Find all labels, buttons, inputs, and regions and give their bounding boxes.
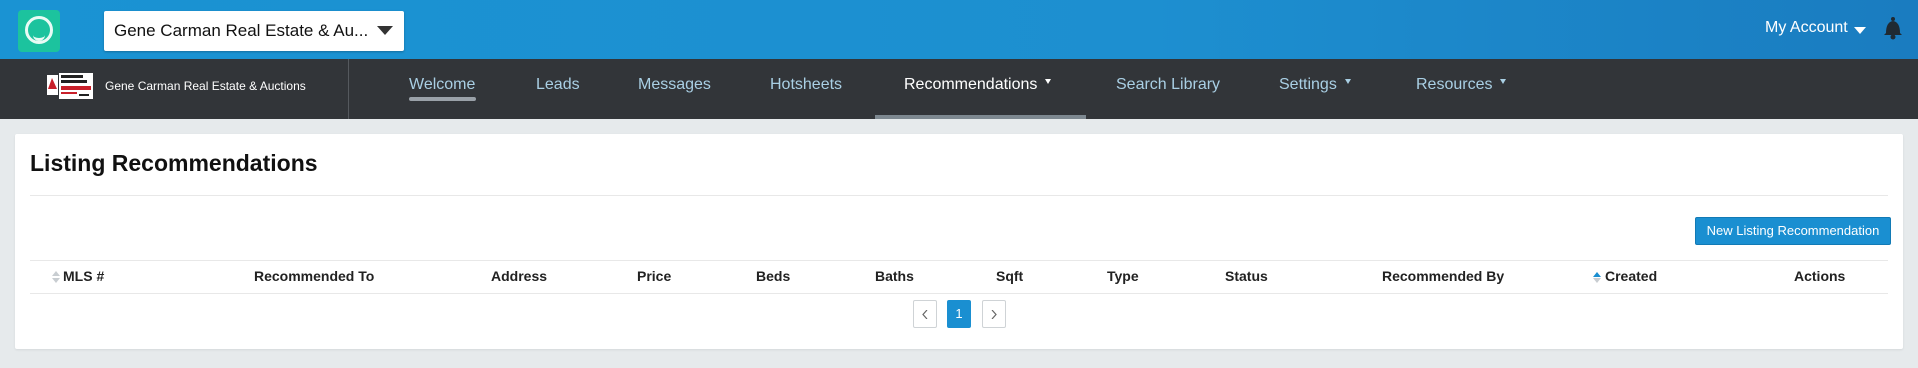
sort-icon[interactable] [52, 271, 60, 283]
column-header-status[interactable]: Status [1225, 268, 1268, 284]
column-header-created[interactable]: Created [1605, 268, 1657, 284]
brand[interactable]: Gene Carman Real Estate & Auctions [0, 59, 349, 119]
nav-item-resources[interactable]: Resources [1416, 76, 1507, 94]
account-select-value: Gene Carman Real Estate & Au... [114, 21, 369, 40]
nav-item-settings[interactable]: Settings [1279, 76, 1351, 94]
nav-item-recommendations[interactable]: Recommendations [904, 76, 1052, 94]
page-title: Listing Recommendations [30, 150, 318, 176]
nav-item-search-library[interactable]: Search Library [1116, 76, 1220, 94]
column-header-address[interactable]: Address [491, 268, 547, 284]
brand-name: Gene Carman Real Estate & Auctions [105, 79, 306, 93]
caret-down-icon [1045, 79, 1052, 85]
column-header-sqft[interactable]: Sqft [996, 268, 1023, 284]
nav-item-hotsheets[interactable]: Hotsheets [770, 76, 842, 94]
nav-item-resources-label: Resources [1416, 76, 1493, 93]
welcome-underline [409, 97, 476, 101]
my-account-menu[interactable]: My Account [1765, 19, 1848, 37]
column-header-actions: Actions [1794, 268, 1846, 284]
account-select[interactable]: Gene Carman Real Estate & Au... [104, 11, 404, 51]
new-listing-recommendation-button[interactable]: New Listing Recommendation [1695, 217, 1891, 245]
table-header-bottom-border [30, 293, 1888, 294]
bell-icon[interactable] [1882, 16, 1904, 40]
caret-down-icon [1344, 79, 1351, 85]
brand-logo-icon [43, 71, 95, 101]
sort-ascending-icon[interactable] [1593, 271, 1601, 283]
divider [30, 195, 1888, 196]
column-header-type[interactable]: Type [1107, 268, 1139, 284]
my-account-caret-icon[interactable] [1854, 27, 1866, 34]
pagination-page-1[interactable]: 1 [947, 300, 971, 328]
column-header-baths[interactable]: Baths [875, 268, 914, 284]
column-header-mls[interactable]: MLS # [63, 268, 104, 284]
nav-item-settings-label: Settings [1279, 76, 1337, 93]
app-logo-icon[interactable] [18, 10, 60, 52]
column-header-recommended-to[interactable]: Recommended To [254, 268, 374, 284]
nav-item-welcome[interactable]: Welcome [409, 76, 475, 94]
column-header-recommended-by[interactable]: Recommended By [1382, 268, 1504, 284]
chevron-right-icon [991, 310, 997, 319]
pagination-prev-button[interactable] [913, 300, 937, 328]
pagination-next-button[interactable] [982, 300, 1006, 328]
nav-item-recommendations-label: Recommendations [904, 76, 1038, 93]
nav-item-leads[interactable]: Leads [536, 76, 580, 94]
column-header-price[interactable]: Price [637, 268, 671, 284]
nav-item-messages[interactable]: Messages [638, 76, 711, 94]
caret-down-icon [1500, 79, 1507, 85]
active-tab-indicator [875, 115, 1086, 119]
column-header-beds[interactable]: Beds [756, 268, 790, 284]
table-header-top-border [30, 260, 1888, 261]
main-nav: Gene Carman Real Estate & Auctions Welco… [0, 59, 1918, 119]
chevron-down-icon [377, 26, 393, 35]
chevron-left-icon [922, 310, 928, 319]
top-bar: Gene Carman Real Estate & Au... My Accou… [0, 0, 1918, 59]
listing-recommendations-panel: Listing Recommendations New Listing Reco… [15, 134, 1903, 349]
